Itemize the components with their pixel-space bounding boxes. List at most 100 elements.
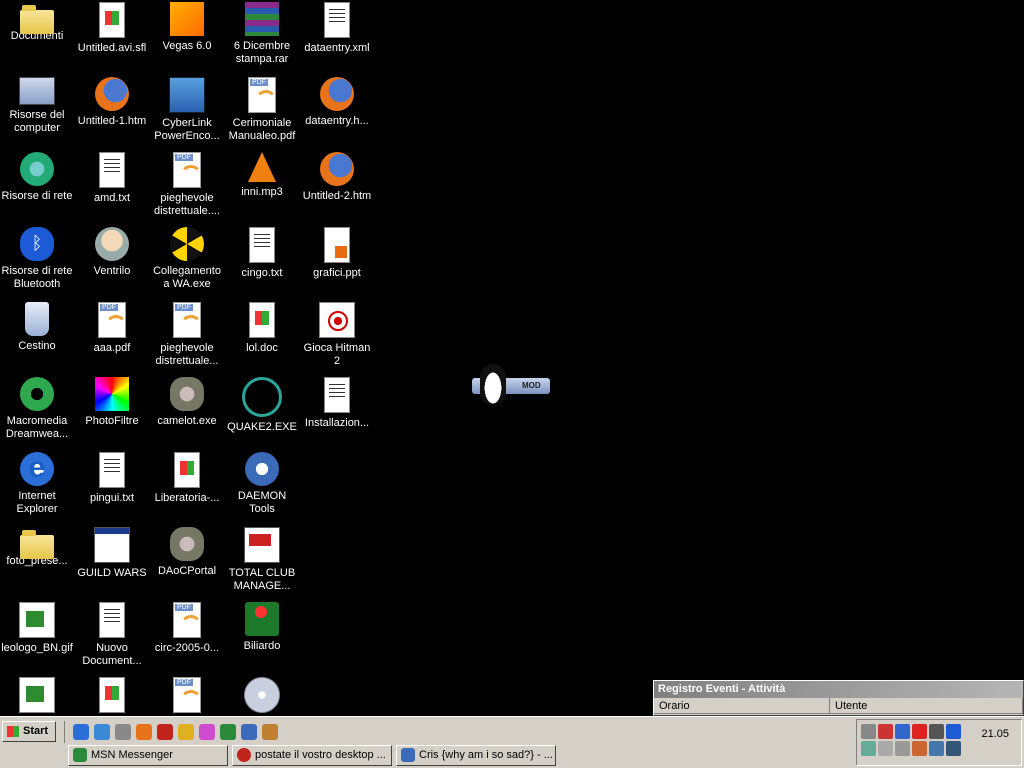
desktop[interactable]: Documenti Untitled.avi.sfl Vegas 6.0 6 Dice… xyxy=(0,0,1024,716)
doc-icon xyxy=(99,452,125,488)
ie-icon[interactable] xyxy=(73,724,89,740)
network-icon[interactable] xyxy=(878,724,893,739)
desktop-icon[interactable]: Installazion... xyxy=(300,377,374,451)
desktop-icon[interactable]: camelot.exe xyxy=(150,377,224,451)
desktop-icon-label: Macromedia Dreamwea... xyxy=(5,415,69,440)
desktop-icon-label: Untitled-2.htm xyxy=(302,190,372,202)
desktop-icon[interactable]: DAoCPortal xyxy=(150,527,224,601)
antivirus-icon[interactable] xyxy=(912,724,927,739)
desktop-icon[interactable]: grafici.ppt xyxy=(300,227,374,301)
speaker-icon[interactable] xyxy=(895,741,910,756)
desktop-icon[interactable]: pieghevole distrettuale.... xyxy=(150,152,224,226)
notepad-icon[interactable] xyxy=(115,724,131,740)
volume-icon[interactable] xyxy=(861,724,876,739)
doc-icon xyxy=(324,2,350,38)
task-button-browser[interactable]: postate il vostro desktop ... xyxy=(232,745,392,766)
desktop-icon-label: 6 Dicembre stampa.rar xyxy=(233,40,291,65)
task-label: MSN Messenger xyxy=(91,749,173,761)
task-button-msn[interactable]: MSN Messenger xyxy=(68,745,228,766)
desktop-icon[interactable]: Untitled-2.htm xyxy=(300,152,374,226)
desktop-icon[interactable]: TOTAL CLUB MANAGE... xyxy=(225,527,299,601)
bluetooth-icon[interactable] xyxy=(946,724,961,739)
desktop-icon[interactable]: dataentry.h... xyxy=(300,77,374,151)
desktop-icon-label: Risorse del computer xyxy=(9,109,65,134)
opera-icon[interactable] xyxy=(157,724,173,740)
mm-icon xyxy=(20,377,54,411)
start-button[interactable]: Start xyxy=(2,721,56,742)
opera-icon xyxy=(237,748,251,762)
desktop-icon[interactable]: circ-2005-0... xyxy=(150,602,224,676)
doc-icon xyxy=(249,227,275,263)
vlc-icon xyxy=(248,152,276,182)
desktop-icon[interactable]: QUAKE2.EXE xyxy=(225,377,299,451)
desktop-icon[interactable]: Biliardo xyxy=(225,602,299,676)
winamp-icon[interactable] xyxy=(178,724,194,740)
desktop-icon[interactable]: 6 Dicembre stampa.rar xyxy=(225,2,299,76)
desktop-icon[interactable]: inni.mp3 xyxy=(225,152,299,226)
ppt-icon xyxy=(324,227,350,263)
search-icon[interactable] xyxy=(241,724,257,740)
desktop-icon[interactable]: GUILD WARS xyxy=(75,527,149,601)
desktop-icon[interactable]: Risorse di rete Bluetooth xyxy=(0,227,74,301)
desktop-icon[interactable]: leologo_BN.gif xyxy=(0,602,74,676)
desktop-icon[interactable]: Untitled-1.htm xyxy=(75,77,149,151)
tux-desktop-widget[interactable]: MOD xyxy=(472,364,550,406)
event-log-panel[interactable]: Registro Eventi - Attività Orario Utente xyxy=(653,680,1024,716)
vegas-icon xyxy=(170,2,204,36)
desktop-icon[interactable]: pingui.txt xyxy=(75,452,149,526)
desktop-icon[interactable] xyxy=(94,724,110,740)
desktop-icon[interactable]: Collegamento a WA.exe xyxy=(150,227,224,301)
desktop-icon[interactable]: Untitled.avi.sfl xyxy=(75,2,149,76)
desktop-icon[interactable]: Internet Explorer xyxy=(0,452,74,526)
desktop-icon[interactable]: Macromedia Dreamwea... xyxy=(0,377,74,451)
task-button-chat[interactable]: Cris {why am i so sad?} - ... xyxy=(396,745,556,766)
picasa-icon[interactable] xyxy=(199,724,215,740)
desktop-icon-label: Cerimoniale Manualeo.pdf xyxy=(228,117,296,142)
desktop-icon[interactable]: Nuovo Document... xyxy=(75,602,149,676)
desktop-icon-label: Untitled-1.htm xyxy=(77,115,147,127)
mail-icon[interactable] xyxy=(262,724,278,740)
desktop-icon[interactable]: aaa.pdf xyxy=(75,302,149,376)
desktop-icon[interactable]: dataentry.xml xyxy=(300,2,374,76)
desktop-icon[interactable]: DAEMON Tools xyxy=(225,452,299,526)
messenger-icon[interactable] xyxy=(878,741,893,756)
desktop-icon[interactable]: cingo.txt xyxy=(225,227,299,301)
msn-icon[interactable] xyxy=(220,724,236,740)
desktop-icon[interactable]: Liberatoria-... xyxy=(150,452,224,526)
clock[interactable]: 21.05 xyxy=(981,728,1009,740)
tux-penguin-icon xyxy=(480,364,506,404)
desktop-icon[interactable]: Risorse di rete xyxy=(0,152,74,226)
monitor-icon[interactable] xyxy=(929,724,944,739)
desktop-icon-label: Gioca Hitman 2 xyxy=(303,342,371,367)
desktop-icon[interactable]: foto_prese... xyxy=(0,527,74,601)
chat-icon xyxy=(401,748,415,762)
desktop-icon-label: GUILD WARS xyxy=(77,567,147,579)
desktop-icon[interactable]: Cerimoniale Manualeo.pdf xyxy=(225,77,299,151)
desktop-icon[interactable]: Documenti xyxy=(0,2,74,76)
desktop-icon[interactable]: PhotoFiltre xyxy=(75,377,149,451)
desktop-icon-label: camelot.exe xyxy=(157,415,217,427)
rar-icon xyxy=(245,2,279,36)
desktop-icon[interactable]: Risorse del computer xyxy=(0,77,74,151)
alert-icon[interactable] xyxy=(895,724,910,739)
connection-icon[interactable] xyxy=(946,741,961,756)
column-header-time[interactable]: Orario xyxy=(654,698,830,714)
desktop-icon[interactable]: Gioca Hitman 2 xyxy=(300,302,374,376)
desktop-icon[interactable]: Ventrilo xyxy=(75,227,149,301)
update-icon[interactable] xyxy=(912,741,927,756)
desktop-icon[interactable]: amd.txt xyxy=(75,152,149,226)
desktop-icon[interactable]: Cestino xyxy=(0,302,74,376)
desktop-icon[interactable]: CyberLink PowerEnco... xyxy=(150,77,224,151)
desktop-icon-label: Liberatoria-... xyxy=(154,492,220,504)
desktop-icon[interactable]: Vegas 6.0 xyxy=(150,2,224,76)
column-header-user[interactable]: Utente xyxy=(830,698,1023,714)
doc-icon xyxy=(99,152,125,188)
desktop-icon[interactable]: lol.doc xyxy=(225,302,299,376)
firefox-icon[interactable] xyxy=(136,724,152,740)
users-icon[interactable] xyxy=(929,741,944,756)
hitman-icon xyxy=(319,302,355,338)
display-icon[interactable] xyxy=(861,741,876,756)
windows-flag-icon xyxy=(7,726,19,737)
task-label: postate il vostro desktop ... xyxy=(255,749,386,761)
desktop-icon[interactable]: pieghevole distrettuale... xyxy=(150,302,224,376)
